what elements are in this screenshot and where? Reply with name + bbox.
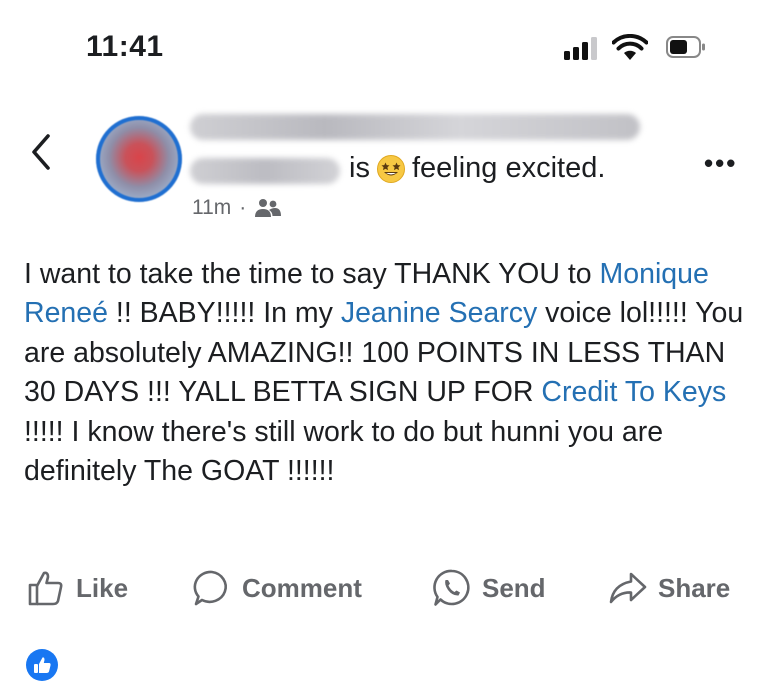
post-text: !!!!! I know there's still work to do bu… <box>24 415 664 488</box>
status-time: 11:41 <box>86 30 164 63</box>
comment-label: Comment <box>242 572 362 603</box>
mention-link[interactable]: Credit To Keys <box>541 376 726 408</box>
like-label: Like <box>76 572 129 603</box>
post-text: !! BABY!!!!! In my <box>107 297 341 330</box>
wifi-icon <box>612 34 648 60</box>
send-label: Send <box>482 572 546 603</box>
meta-separator: · <box>239 196 247 219</box>
share-arrow-icon <box>609 572 647 604</box>
mention-link[interactable]: Jeanine Searcy <box>341 297 537 329</box>
post-timestamp[interactable]: 11m <box>192 196 231 220</box>
share-button[interactable]: Share <box>608 560 730 616</box>
post-body: I want to take the time to say THANK YOU… <box>24 255 744 491</box>
more-options-icon[interactable]: ••• <box>704 148 737 179</box>
post-meta: 11m · <box>192 196 282 220</box>
battery-icon <box>666 36 705 58</box>
whatsapp-icon <box>433 569 470 606</box>
send-button[interactable]: Send <box>432 560 546 616</box>
back-chevron-icon[interactable] <box>26 132 56 172</box>
thumbs-up-icon <box>34 657 51 673</box>
share-label: Share <box>658 572 731 603</box>
action-bar: Like Comment Send Share <box>0 560 768 616</box>
friends-icon <box>255 199 282 217</box>
feeling-text: feeling excited. <box>411 152 606 184</box>
like-reaction-badge[interactable] <box>26 649 58 681</box>
comment-button[interactable]: Comment <box>192 560 362 616</box>
thumbs-up-icon <box>28 571 63 606</box>
avatar[interactable] <box>96 116 182 202</box>
feeling-status: is feeling excited. <box>349 152 605 185</box>
feeling-prefix: is <box>349 152 370 184</box>
author-name-redacted-line2[interactable] <box>190 158 340 184</box>
author-name-redacted[interactable] <box>190 114 640 140</box>
comment-bubble-icon <box>193 570 227 606</box>
star-struck-emoji-icon <box>376 154 405 183</box>
post-text: I want to take the time to say THANK YOU… <box>24 258 600 290</box>
like-button[interactable]: Like <box>26 560 128 616</box>
cellular-signal-icon <box>564 36 598 60</box>
